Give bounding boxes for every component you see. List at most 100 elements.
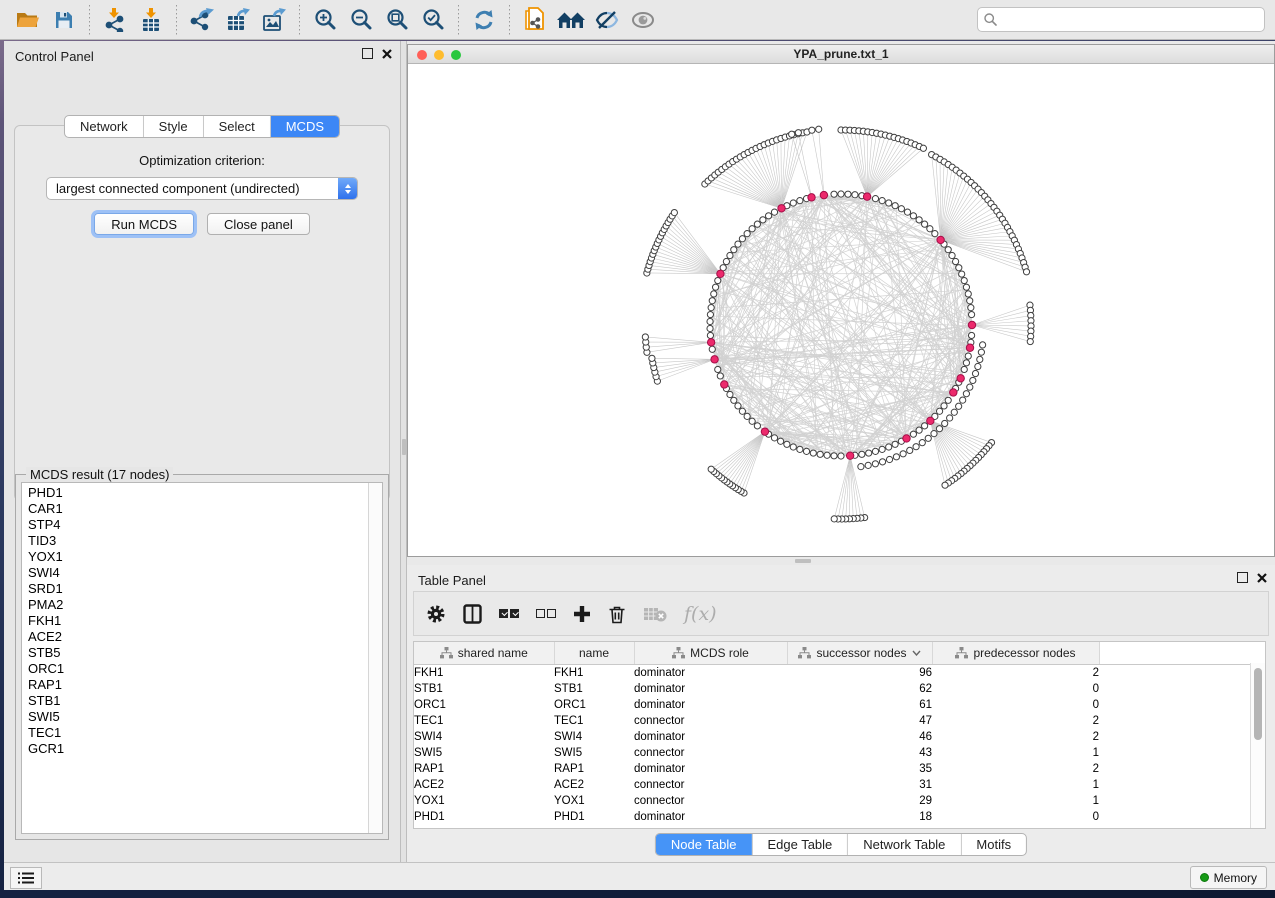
select-all-button[interactable] — [499, 609, 519, 618]
table-row[interactable]: YOX1YOX1connector291 — [414, 793, 1259, 809]
dominator-node[interactable] — [966, 344, 973, 351]
export-table-button[interactable] — [223, 5, 253, 35]
dominator-node[interactable] — [937, 236, 944, 243]
tab-select[interactable]: Select — [203, 116, 270, 137]
refresh-button[interactable] — [469, 5, 499, 35]
zoom-fit-button[interactable] — [382, 5, 412, 35]
dominator-node[interactable] — [721, 381, 728, 388]
tab-network-table[interactable]: Network Table — [847, 834, 960, 855]
dominator-node[interactable] — [950, 389, 957, 396]
mcds-result-item[interactable]: PHD1 — [22, 485, 369, 501]
tab-edge-table[interactable]: Edge Table — [751, 834, 847, 855]
mcds-result-item[interactable]: STB1 — [22, 693, 369, 709]
close-panel-icon[interactable] — [1257, 573, 1267, 583]
table-row[interactable]: ORC1ORC1dominator610 — [414, 697, 1259, 713]
dominator-node[interactable] — [761, 428, 768, 435]
dominator-node[interactable] — [820, 191, 827, 198]
mcds-result-item[interactable]: ORC1 — [22, 661, 369, 677]
mcds-result-item[interactable]: TEC1 — [22, 725, 369, 741]
table-scrollbar[interactable] — [1250, 663, 1265, 828]
export-image-button[interactable] — [259, 5, 289, 35]
delete-row-button[interactable] — [608, 604, 626, 624]
col-name[interactable]: name — [554, 642, 634, 665]
mcds-result-item[interactable]: SWI5 — [22, 709, 369, 725]
dominator-node[interactable] — [711, 356, 718, 363]
horizontal-splitter[interactable] — [407, 557, 1275, 565]
mcds-result-item[interactable]: SWI4 — [22, 565, 369, 581]
tab-mcds[interactable]: MCDS — [270, 116, 339, 137]
col-mcds-role[interactable]: MCDS role — [634, 642, 787, 665]
dominator-node[interactable] — [717, 270, 724, 277]
mcds-result-item[interactable]: SRD1 — [22, 581, 369, 597]
table-row[interactable]: SWI5SWI5connector431 — [414, 745, 1259, 761]
dominator-node[interactable] — [808, 194, 815, 201]
home-networks-button[interactable] — [556, 5, 586, 35]
close-window-icon[interactable] — [417, 50, 427, 60]
criterion-dropdown[interactable]: largest connected component (undirected) — [46, 177, 358, 200]
vertical-splitter[interactable] — [400, 41, 407, 862]
add-row-button[interactable] — [573, 605, 591, 623]
table-row[interactable]: SWI4SWI4dominator462 — [414, 729, 1259, 745]
tab-node-table[interactable]: Node Table — [656, 834, 752, 855]
table-settings-button[interactable] — [426, 604, 446, 624]
dominator-node[interactable] — [846, 452, 853, 459]
dominator-node[interactable] — [863, 193, 870, 200]
col-successor-nodes[interactable]: successor nodes — [787, 642, 932, 665]
close-panel-button[interactable]: Close panel — [207, 213, 310, 235]
network-from-file-button[interactable] — [520, 5, 550, 35]
col-predecessor-nodes[interactable]: predecessor nodes — [932, 642, 1099, 665]
table-row[interactable]: ACE2ACE2connector311 — [414, 777, 1259, 793]
zoom-out-button[interactable] — [346, 5, 376, 35]
memory-button[interactable]: Memory — [1190, 866, 1267, 889]
tab-motifs[interactable]: Motifs — [960, 834, 1026, 855]
splitter-grip[interactable] — [402, 439, 406, 455]
show-columns-button[interactable] — [463, 604, 482, 624]
maximize-window-icon[interactable] — [451, 50, 461, 60]
search-input[interactable] — [1002, 12, 1258, 28]
table-row[interactable]: TEC1TEC1connector472 — [414, 713, 1259, 729]
table-row[interactable]: STB1STB1dominator620 — [414, 681, 1259, 697]
open-file-button[interactable] — [13, 5, 43, 35]
splitter-grip[interactable] — [795, 559, 811, 563]
table-scrollbar-thumb[interactable] — [1254, 668, 1262, 740]
dominator-node[interactable] — [957, 375, 964, 382]
network-canvas[interactable] — [408, 64, 1274, 556]
dominator-node[interactable] — [778, 205, 785, 212]
mcds-result-item[interactable]: TID3 — [22, 533, 369, 549]
function-builder-button[interactable]: f(x) — [684, 603, 717, 625]
tab-style[interactable]: Style — [143, 116, 203, 137]
run-mcds-button[interactable]: Run MCDS — [94, 213, 194, 235]
mcds-result-item[interactable]: YOX1 — [22, 549, 369, 565]
tab-network[interactable]: Network — [65, 116, 143, 137]
export-network-button[interactable] — [187, 5, 217, 35]
import-table-button[interactable] — [136, 5, 166, 35]
dominator-node[interactable] — [707, 339, 714, 346]
mcds-result-item[interactable]: STP4 — [22, 517, 369, 533]
mcds-result-item[interactable]: GCR1 — [22, 741, 369, 757]
table-row[interactable]: RAP1RAP1dominator352 — [414, 761, 1259, 777]
float-panel-icon[interactable] — [1237, 572, 1248, 583]
mcds-result-item[interactable]: RAP1 — [22, 677, 369, 693]
mcds-result-item[interactable]: CAR1 — [22, 501, 369, 517]
mcds-result-item[interactable]: ACE2 — [22, 629, 369, 645]
hide-graphics-details-button[interactable] — [592, 5, 622, 35]
table-row[interactable]: PHD1PHD1dominator180 — [414, 809, 1259, 825]
zoom-selected-button[interactable] — [418, 5, 448, 35]
mcds-result-scrollbar[interactable] — [368, 483, 382, 833]
table-row[interactable]: FKH1FKH1dominator962 — [414, 665, 1259, 682]
show-graphics-details-button[interactable] — [628, 5, 658, 35]
mcds-result-item[interactable]: PMA2 — [22, 597, 369, 613]
mcds-result-item[interactable]: STB5 — [22, 645, 369, 661]
col-shared-name[interactable]: shared name — [414, 642, 554, 665]
network-window-titlebar[interactable]: YPA_prune.txt_1 — [408, 45, 1274, 64]
close-panel-icon[interactable] — [382, 49, 392, 59]
dominator-node[interactable] — [968, 321, 975, 328]
zoom-in-button[interactable] — [310, 5, 340, 35]
minimize-window-icon[interactable] — [434, 50, 444, 60]
task-history-button[interactable] — [10, 867, 42, 889]
save-session-button[interactable] — [49, 5, 79, 35]
dominator-node[interactable] — [927, 417, 934, 424]
dominator-node[interactable] — [903, 435, 910, 442]
import-network-button[interactable] — [100, 5, 130, 35]
float-panel-icon[interactable] — [362, 48, 373, 59]
